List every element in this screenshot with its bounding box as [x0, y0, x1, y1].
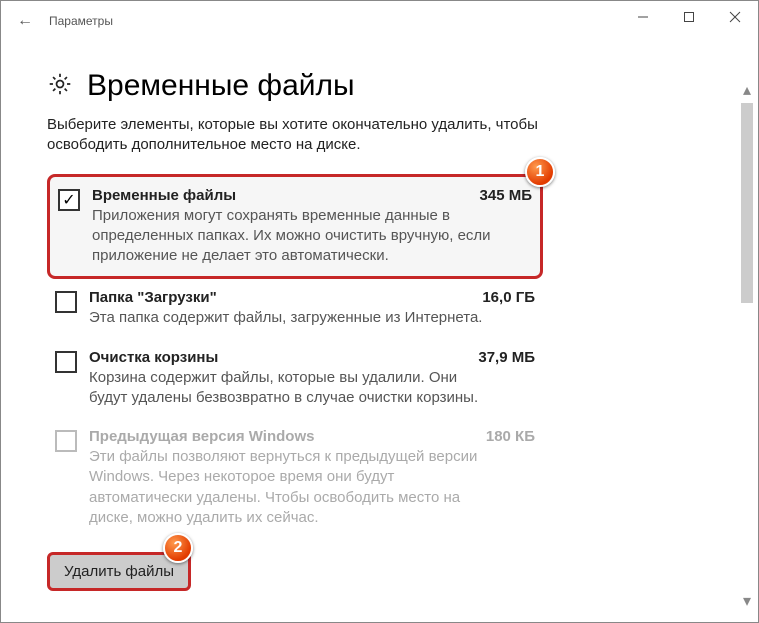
checkbox[interactable] — [55, 291, 77, 313]
item-body: Очистка корзины 37,9 МБ Корзина содержит ф… — [89, 349, 535, 409]
item-title: Временные файлы — [92, 187, 236, 204]
vertical-scrollbar[interactable]: ▴ ▾ — [738, 81, 756, 610]
item-size: 180 КБ — [486, 428, 535, 445]
checkbox[interactable] — [58, 189, 80, 211]
item-header: Предыдущая версия Windows 180 КБ — [89, 428, 535, 445]
item-title: Папка "Загрузки" — [89, 289, 217, 306]
window-title: Параметры — [49, 14, 113, 28]
item-description: Приложения могут сохранять временные дан… — [92, 206, 502, 267]
list-item[interactable]: Очистка корзины 37,9 МБ Корзина содержит ф… — [47, 339, 543, 419]
item-title: Предыдущая версия Windows — [89, 428, 314, 445]
item-header: Папка "Загрузки" 16,0 ГБ — [89, 289, 535, 306]
page-subtitle: Выберите элементы, которые вы хотите око… — [47, 115, 567, 156]
item-body: Предыдущая версия Windows 180 КБ Эти файлы… — [89, 428, 535, 528]
item-body: Временные файлы 345 МБ Приложения могут со… — [92, 187, 532, 267]
list-item[interactable]: Папка "Загрузки" 16,0 ГБ Эта папка содержи… — [47, 279, 543, 338]
item-title: Очистка корзины — [89, 349, 218, 366]
annotation-badge-1: 1 — [525, 157, 555, 187]
item-description: Корзина содержит файлы, которые вы удали… — [89, 368, 499, 409]
checkbox — [55, 430, 77, 452]
item-size: 16,0 ГБ — [482, 289, 535, 306]
item-size: 345 МБ — [480, 187, 532, 204]
item-description: Эта папка содержит файлы, загруженные из… — [89, 308, 499, 328]
list-item: Предыдущая версия Windows 180 КБ Эти файлы… — [47, 418, 543, 538]
gear-icon — [47, 71, 73, 102]
maximize-button[interactable] — [666, 1, 712, 33]
back-button[interactable]: ← — [9, 12, 41, 30]
scroll-thumb[interactable] — [741, 103, 753, 303]
page-title: Временные файлы — [87, 69, 355, 103]
list-item[interactable]: Временные файлы 345 МБ Приложения могут со… — [47, 174, 543, 280]
scroll-up-icon[interactable]: ▴ — [738, 81, 756, 99]
item-description: Эти файлы позволяют вернуться к предыдущ… — [89, 447, 499, 528]
window-controls — [620, 1, 758, 33]
annotation-badge-2: 2 — [163, 533, 193, 563]
item-size: 37,9 МБ — [478, 349, 535, 366]
items-list: Временные файлы 345 МБ Приложения могут со… — [47, 174, 712, 539]
close-button[interactable] — [712, 1, 758, 33]
item-header: Временные файлы 345 МБ — [92, 187, 532, 204]
checkbox[interactable] — [55, 351, 77, 373]
item-body: Папка "Загрузки" 16,0 ГБ Эта папка содержи… — [89, 289, 535, 328]
minimize-button[interactable] — [620, 1, 666, 33]
page-heading-row: Временные файлы — [47, 69, 712, 103]
scroll-down-icon[interactable]: ▾ — [738, 592, 756, 610]
page-content: Временные файлы Выберите элементы, котор… — [1, 69, 758, 615]
item-header: Очистка корзины 37,9 МБ — [89, 349, 535, 366]
